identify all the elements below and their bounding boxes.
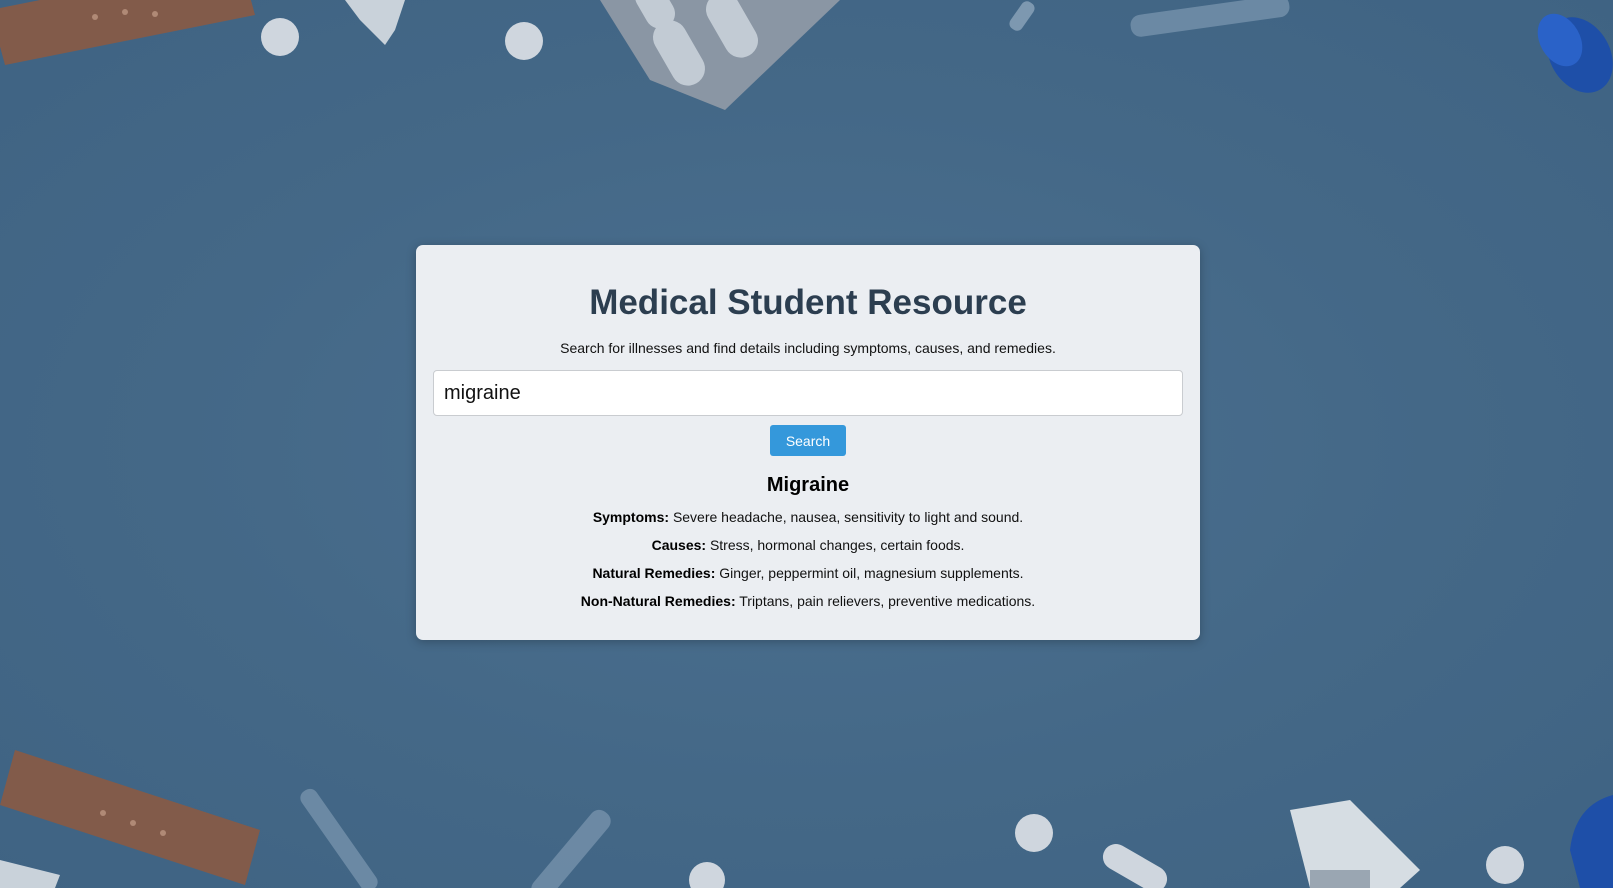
bandage-icon — [0, 0, 255, 65]
result-value: Stress, hormonal changes, certain foods. — [709, 537, 965, 553]
result-label: Causes: — [651, 537, 707, 553]
result-natural-remedies: Natural Remedies: Ginger, peppermint oil… — [433, 564, 1183, 582]
search-input[interactable] — [433, 370, 1183, 416]
result-label: Non-Natural Remedies: — [580, 593, 736, 609]
ampoule-icon — [1009, 0, 1290, 37]
bandage-icon — [0, 750, 260, 888]
result-label: Natural Remedies: — [592, 565, 716, 581]
result-symptoms: Symptoms: Severe headache, nausea, sensi… — [433, 508, 1183, 526]
tablet-box-icon — [345, 0, 405, 45]
result-causes: Causes: Stress, hormonal changes, certai… — [433, 536, 1183, 554]
spray-bottle-icon — [1290, 800, 1420, 888]
page-subtitle: Search for illnesses and find details in… — [560, 340, 1056, 356]
pill-icon — [261, 18, 543, 60]
search-card: Medical Student Resource Search for illn… — [416, 245, 1200, 640]
result-value: Severe headache, nausea, sensitivity to … — [672, 509, 1024, 525]
result-value: Ginger, peppermint oil, magnesium supple… — [719, 565, 1024, 581]
ampoule-icon — [300, 788, 611, 888]
result-title: Migraine — [766, 474, 850, 496]
search-button[interactable]: Search — [770, 425, 846, 456]
page-title: Medical Student Resource — [589, 283, 1027, 322]
result-value: Triptans, pain relievers, preventive med… — [739, 593, 1036, 609]
glove-icon — [1570, 795, 1613, 888]
blister-pack-icon — [600, 0, 840, 110]
result-label: Symptoms: — [592, 509, 670, 525]
vial-icon — [1537, 13, 1613, 93]
result-non-natural-remedies: Non-Natural Remedies: Triptans, pain rel… — [433, 592, 1183, 610]
